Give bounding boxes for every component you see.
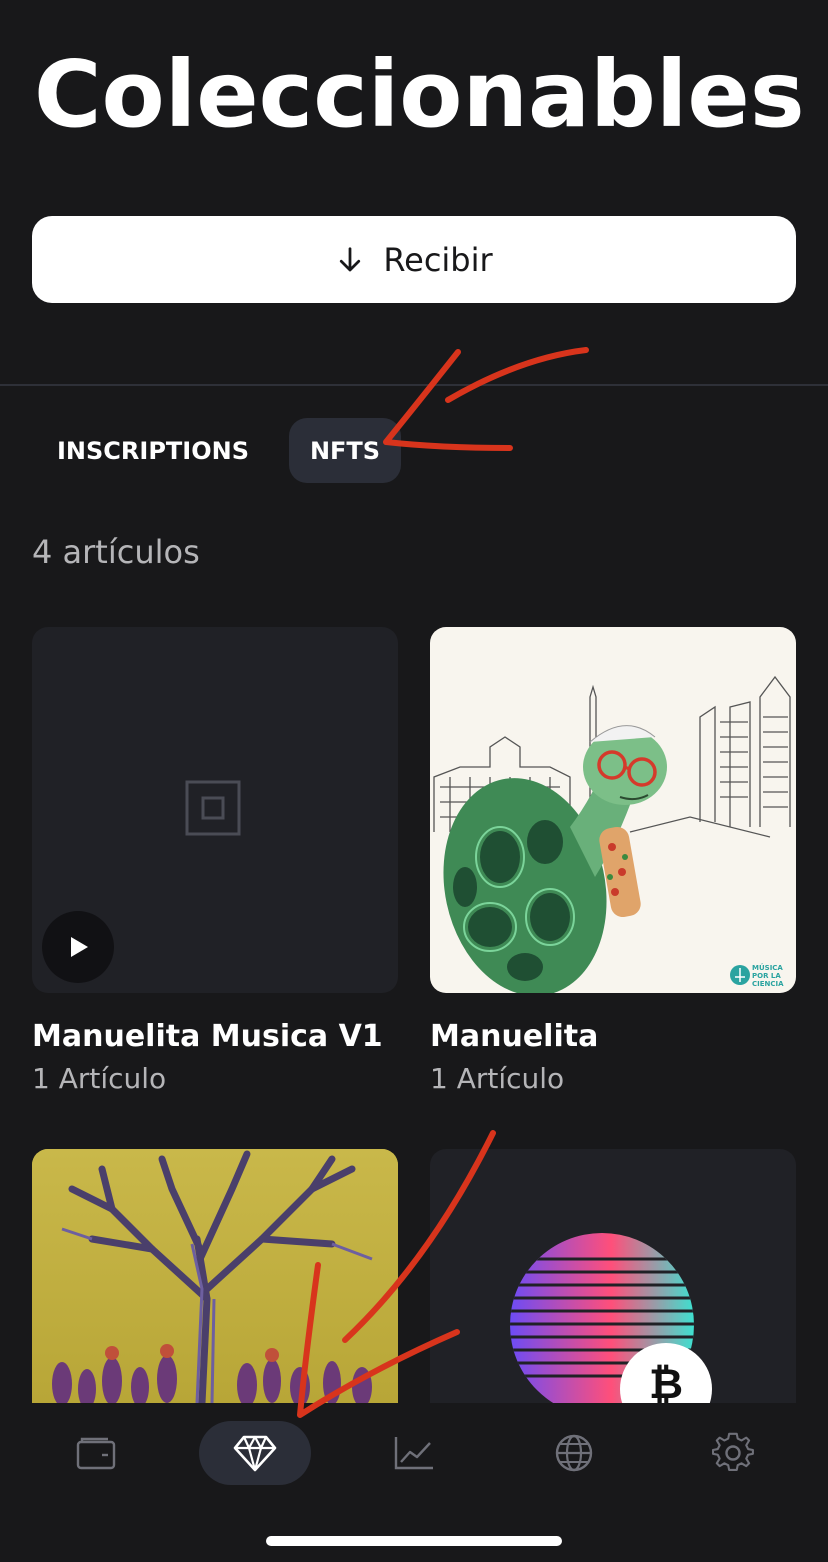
play-button[interactable] bbox=[42, 911, 114, 983]
arrow-down-icon bbox=[340, 246, 361, 271]
chart-icon bbox=[394, 1437, 433, 1470]
nft-card-bitcoin-art[interactable]: ₿ bbox=[430, 1149, 796, 1403]
home-indicator bbox=[266, 1536, 562, 1546]
globe-icon bbox=[555, 1434, 593, 1472]
page-title: Coleccionables bbox=[34, 41, 805, 148]
nav-collectibles[interactable] bbox=[199, 1421, 311, 1485]
divider bbox=[0, 384, 828, 386]
nft-watermark: MÚSICA POR LA CIENCIA bbox=[752, 964, 784, 988]
turtle-illustration bbox=[433, 675, 791, 993]
nft-card-subtitle: 1 Artículo bbox=[32, 1062, 167, 1095]
nft-placeholder-icon bbox=[185, 780, 241, 836]
nav-settings[interactable] bbox=[677, 1421, 789, 1485]
item-count: 4 artículos bbox=[32, 533, 200, 571]
receive-button-label: Recibir bbox=[383, 240, 493, 279]
tree-painting bbox=[32, 1149, 398, 1403]
nft-card-manuelita-musica[interactable] bbox=[32, 627, 398, 993]
nav-market[interactable] bbox=[358, 1421, 470, 1485]
nft-card-title: Manuelita bbox=[430, 1019, 599, 1054]
nav-wallet[interactable] bbox=[40, 1421, 152, 1485]
nft-card-tree-painting[interactable] bbox=[32, 1149, 398, 1403]
nav-browser[interactable] bbox=[518, 1421, 630, 1485]
nft-card-manuelita[interactable]: MÚSICA POR LA CIENCIA bbox=[430, 627, 796, 993]
bitcoin-glyph: ₿ bbox=[648, 1359, 684, 1403]
play-icon bbox=[71, 937, 88, 957]
receive-button[interactable]: Recibir bbox=[32, 216, 796, 303]
tab-inscriptions[interactable]: INSCRIPTIONS bbox=[32, 418, 279, 483]
tab-nfts[interactable]: NFTS bbox=[289, 418, 401, 483]
settings-icon bbox=[712, 1432, 754, 1471]
diamond-icon bbox=[233, 1435, 277, 1472]
wallet-icon bbox=[76, 1437, 116, 1470]
bitcoin-sunset-art bbox=[510, 1233, 712, 1403]
nft-card-subtitle: 1 Artículo bbox=[430, 1062, 565, 1095]
nft-card-title: Manuelita Musica V1 bbox=[32, 1019, 383, 1054]
collection-tabs: INSCRIPTIONS NFTS bbox=[32, 418, 401, 483]
